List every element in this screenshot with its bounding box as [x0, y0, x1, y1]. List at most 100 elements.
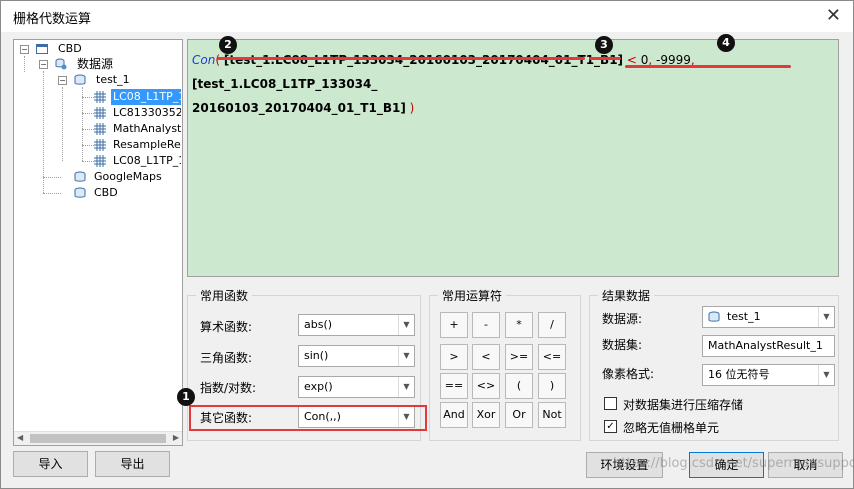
- exp-function-select[interactable]: exp() ▼: [298, 376, 415, 398]
- op-eq-button[interactable]: ==: [440, 373, 468, 399]
- database-icon: [74, 74, 86, 85]
- grid-icon: [94, 155, 106, 167]
- collapse-icon[interactable]: −: [39, 60, 48, 69]
- watermark: https://blog.csdn.net/supermapsupport: [613, 456, 854, 471]
- op-divide-button[interactable]: /: [538, 312, 566, 338]
- import-button[interactable]: 导入: [13, 451, 88, 477]
- exp-label: 指数/对数:: [200, 381, 257, 395]
- scroll-left-icon[interactable]: ◀: [17, 433, 23, 442]
- tree-label: GoogleMaps: [94, 170, 162, 183]
- tree-node-root[interactable]: − CBD: [14, 41, 182, 57]
- expr-close-paren: ): [409, 101, 415, 115]
- op-not-button[interactable]: Not: [538, 402, 566, 428]
- tree-node-dataset[interactable]: ResampleRes: [14, 137, 182, 153]
- result-datasource-value: test_1: [727, 310, 761, 323]
- chevron-down-icon: ▼: [398, 377, 414, 397]
- result-group-title: 结果数据: [598, 287, 655, 304]
- chevron-down-icon: ▼: [398, 315, 414, 335]
- pixel-format-select[interactable]: 16 位无符号 ▼: [702, 364, 835, 386]
- tree-node-datasources[interactable]: − 数据源: [14, 56, 182, 72]
- result-dataset-input[interactable]: MathAnalystResult_1: [702, 335, 835, 357]
- raster-algebra-dialog: 栅格代数运算 ✕ − CBD − 数据源 − test_1 LC08_L1TP_…: [0, 0, 854, 489]
- datasource-tree[interactable]: − CBD − 数据源 − test_1 LC08_L1TP_13 LC8133…: [13, 39, 183, 446]
- arith-label: 算术函数:: [200, 320, 253, 334]
- tree-node-cbd[interactable]: CBD: [14, 185, 182, 201]
- tree-label: LC813303520: [113, 106, 181, 119]
- annotation-highlight-box: [189, 405, 427, 431]
- annotation-badge-3: 3: [595, 36, 613, 54]
- chevron-down-icon: ▼: [818, 365, 834, 385]
- tree-label: 数据源: [77, 57, 114, 71]
- arith-function-select[interactable]: abs() ▼: [298, 314, 415, 336]
- op-lte-button[interactable]: <=: [538, 344, 566, 370]
- collapse-icon[interactable]: −: [58, 76, 67, 85]
- tree-node-dataset[interactable]: LC08_L1TP_13: [14, 89, 182, 105]
- chevron-down-icon: ▼: [398, 346, 414, 366]
- op-multiply-button[interactable]: *: [505, 312, 533, 338]
- annotation-badge-1: 1: [177, 388, 195, 406]
- trig-value: sin(): [304, 349, 329, 362]
- annotation-badge-2: 2: [219, 36, 237, 54]
- expression-editor[interactable]: Con( [test_1.LC08_L1TP_133034_20160103_2…: [187, 39, 839, 277]
- pixel-format-value: 16 位无符号: [708, 368, 770, 381]
- op-gte-button[interactable]: >=: [505, 344, 533, 370]
- tree-node-dataset[interactable]: LC813303520: [14, 105, 182, 121]
- tree-node-dataset[interactable]: MathAnalystI: [14, 121, 182, 137]
- operators-group: 常用运算符 + - * / > < >= <= == <> ( ) And Xo…: [429, 287, 581, 441]
- expr-dataset-1: [test_1.LC08_L1TP_133034_20160103_201704…: [223, 53, 624, 67]
- grid-icon: [94, 107, 106, 119]
- result-dataset-label: 数据集:: [602, 338, 643, 352]
- op-lt-button[interactable]: <: [472, 344, 500, 370]
- expr-open-paren: (: [215, 53, 221, 67]
- compress-label: 对数据集进行压缩存储: [623, 398, 744, 412]
- ignore-nodata-label: 忽略无值栅格单元: [623, 421, 720, 435]
- trig-function-select[interactable]: sin() ▼: [298, 345, 415, 367]
- tree-label: CBD: [94, 186, 118, 199]
- tree-node-googlemaps[interactable]: GoogleMaps: [14, 169, 182, 185]
- dialog-title: 栅格代数运算: [13, 12, 92, 27]
- op-xor-button[interactable]: Xor: [472, 402, 500, 428]
- database-icon: [708, 311, 720, 322]
- annotation-badge-4: 4: [717, 34, 735, 52]
- result-group: 结果数据 数据源: test_1 ▼ 数据集: MathAnalystResult…: [589, 287, 839, 441]
- tree-label: LC08_L1TP_13: [113, 154, 181, 167]
- trig-label: 三角函数:: [200, 351, 253, 365]
- op-neq-button[interactable]: <>: [472, 373, 500, 399]
- grid-icon: [94, 139, 106, 151]
- functions-group-title: 常用函数: [196, 287, 253, 304]
- scroll-thumb[interactable]: [30, 434, 166, 443]
- expr-dataset-2-cont: 20160103_20170404_01_T1_B1]: [192, 101, 406, 115]
- tree-label: CBD: [58, 42, 82, 55]
- collapse-icon[interactable]: −: [20, 45, 29, 54]
- result-datasource-select[interactable]: test_1 ▼: [702, 306, 835, 328]
- result-datasource-label: 数据源:: [602, 312, 643, 326]
- chevron-down-icon: ▼: [818, 307, 834, 327]
- op-and-button[interactable]: And: [440, 402, 468, 428]
- op-lparen-button[interactable]: (: [505, 373, 533, 399]
- database-icon: [74, 187, 86, 198]
- tree-node-dataset[interactable]: LC08_L1TP_13: [14, 153, 182, 169]
- op-or-button[interactable]: Or: [505, 402, 533, 428]
- datasources-icon: [55, 58, 67, 70]
- scroll-right-icon[interactable]: ▶: [173, 433, 179, 442]
- op-gt-button[interactable]: >: [440, 344, 468, 370]
- op-minus-button[interactable]: -: [472, 312, 500, 338]
- tree-label: test_1: [96, 73, 130, 86]
- annotation-underline-3: [625, 65, 791, 68]
- tree-horizontal-scrollbar[interactable]: ◀ ▶: [14, 431, 182, 445]
- workspace-icon: [36, 44, 48, 54]
- annotation-underline-1: [217, 57, 585, 60]
- ignore-nodata-checkbox[interactable]: ✓: [604, 420, 617, 433]
- tree-node-test1[interactable]: − test_1: [14, 72, 182, 88]
- close-icon[interactable]: ✕: [826, 5, 841, 26]
- compress-checkbox[interactable]: [604, 397, 617, 410]
- op-rparen-button[interactable]: ): [538, 373, 566, 399]
- expr-dataset-2: [test_1.LC08_L1TP_133034_: [192, 77, 378, 91]
- annotation-underline-2: [589, 57, 621, 60]
- grid-icon: [94, 123, 106, 135]
- tree-label: LC08_L1TP_13: [111, 89, 181, 105]
- op-plus-button[interactable]: +: [440, 312, 468, 338]
- exp-value: exp(): [304, 380, 333, 393]
- arith-value: abs(): [304, 318, 333, 331]
- export-button[interactable]: 导出: [95, 451, 170, 477]
